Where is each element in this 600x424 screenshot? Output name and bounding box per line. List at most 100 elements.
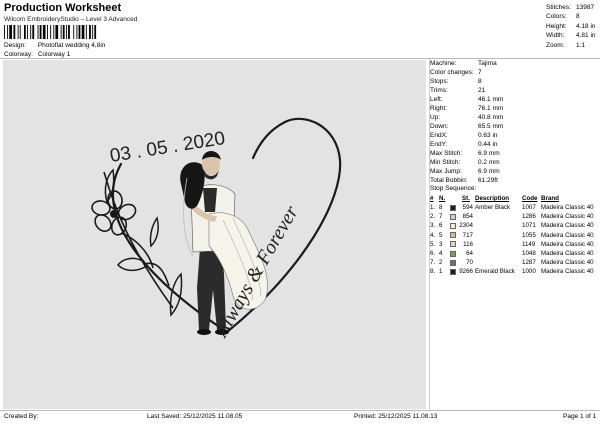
barcode-bar: [73, 25, 75, 39]
barcode-bar: [23, 25, 26, 39]
design-info: Design: Photoflat wedding 4,8in: [4, 42, 105, 49]
cell-brand: Madeira Classic 40: [541, 240, 594, 248]
cell-brand: Madeira Classic 40: [541, 259, 594, 267]
barcode-bar: [42, 25, 46, 39]
detail-label: EndX:: [430, 132, 448, 139]
cell-code: 1007: [522, 204, 536, 211]
barcode-bar: [92, 25, 94, 39]
barcode-bar: [37, 25, 39, 39]
barcode-bar: [32, 25, 35, 39]
machine-details-panel: Machine: Tajima Color changes: 7 Stops: 8 T…: [429, 59, 599, 409]
col-header-brand: Brand: [541, 195, 559, 202]
colorway-value: Colorway 1: [37, 51, 71, 58]
stop-sequence-label: Stop Sequence:: [430, 185, 477, 192]
detail-label: Min Stitch:: [430, 159, 461, 166]
col-header-description: Description: [475, 195, 510, 202]
cell-num: 3.: [430, 222, 436, 230]
barcode-bar: [76, 25, 78, 39]
color-swatch: [450, 268, 456, 275]
color-swatch: [450, 241, 456, 248]
detail-value: 8: [478, 78, 482, 85]
color-swatch: [450, 204, 456, 211]
cell-n: 5: [439, 231, 443, 239]
cell-num: 7.: [430, 259, 436, 267]
detail-label: Color changes:: [430, 69, 474, 76]
barcode-bar: [62, 25, 65, 39]
stat-value: 4.18 in: [576, 22, 596, 30]
barcode-bar: [27, 25, 28, 39]
software-subtitle: Wilcom EmbroideryStudio – Level 3 Advanc…: [4, 16, 138, 23]
cell-code: 1149: [522, 240, 536, 248]
stat-zoom: Zoom: 1:1: [546, 41, 596, 50]
worksheet-title: Production Worksheet: [4, 2, 122, 14]
cell-num: 1.: [430, 204, 436, 211]
barcode-bar: [89, 25, 91, 39]
page-number: Page 1 of 1: [563, 413, 597, 420]
detail-value: 7: [478, 69, 482, 76]
detail-label: Right:: [430, 105, 447, 112]
barcode-bar: [65, 25, 67, 39]
cell-n: 8: [439, 204, 443, 211]
stat-label: Stitches:: [546, 4, 571, 11]
col-header-num: #: [430, 195, 434, 202]
color-swatch: [450, 213, 456, 220]
color-swatch: [450, 232, 456, 239]
barcode-bar: [30, 25, 32, 39]
stat-height: Height: 4.18 in: [546, 22, 596, 31]
detail-value: 0.44 in: [478, 141, 498, 148]
detail-label: Total Bobbin:: [430, 177, 468, 184]
detail-value: 6.9 mm: [478, 168, 500, 175]
barcode-bar: [68, 25, 70, 39]
colorway-info: Colorway: Colorway 1: [4, 51, 70, 58]
created-by: Created By:: [4, 413, 39, 420]
detail-label: Trims:: [430, 87, 448, 94]
printed-date: Printed: 25/12/2025 11.08.13: [354, 413, 438, 420]
design-preview: 03 . 05 . 2020 Always & Forever: [3, 60, 426, 409]
cell-code: 1286: [522, 213, 536, 221]
detail-value: 0.63 in: [478, 132, 498, 139]
cell-brand: Madeira Classic 40: [541, 213, 594, 221]
cell-n: 6: [439, 222, 443, 230]
col-header-code: Code: [522, 195, 538, 202]
cell-brand: Madeira Classic 40: [541, 222, 594, 230]
leaf-right-a: [149, 216, 159, 248]
colorway-label: Colorway:: [4, 51, 33, 58]
cell-num: 4.: [430, 231, 436, 239]
detail-value: Tajima: [478, 60, 497, 67]
detail-label: Max Stitch:: [430, 150, 463, 157]
flower-stem: [103, 171, 174, 309]
detail-value: 65.5 mm: [478, 123, 504, 130]
detail-value: 21: [478, 87, 486, 94]
barcode-bar: [85, 25, 87, 39]
design-stats: Stitches: 13987 Colors: 8 Height: 4.18 in W…: [546, 3, 596, 50]
cell-num: 5.: [430, 240, 436, 248]
cell-code: 1287: [522, 259, 536, 267]
barcode-bar: [81, 25, 85, 39]
color-swatch: [450, 222, 456, 229]
cell-n: 3: [439, 240, 443, 248]
cell-num: 6.: [430, 250, 436, 257]
design-value: Photoflat wedding 4,8in: [37, 42, 106, 49]
barcode-bar: [53, 25, 55, 39]
barcode-bar: [78, 25, 81, 39]
stat-label: Colors:: [546, 13, 567, 21]
detail-label: Left:: [430, 96, 443, 103]
barcode-bar: [47, 25, 48, 39]
stat-colors: Colors: 8: [546, 12, 596, 21]
cell-code: 1055: [522, 231, 536, 239]
barcode-bar: [50, 25, 52, 39]
cell-n: 4: [439, 250, 443, 257]
barcode-bar: [39, 25, 42, 39]
barcode-bar: [4, 25, 5, 39]
stat-value: 8: [576, 13, 580, 21]
detail-value: 6.9 mm: [478, 150, 500, 157]
barcode-bar: [94, 25, 97, 39]
detail-value: 46.1 mm: [478, 96, 504, 103]
barcode: [4, 25, 97, 39]
cell-num: 8.: [430, 268, 436, 276]
detail-label: Stops:: [430, 78, 449, 85]
barcode-bar: [7, 25, 9, 39]
stat-value: 13987: [576, 4, 595, 11]
cell-n: 1: [439, 268, 443, 276]
detail-label: Down:: [430, 123, 449, 130]
